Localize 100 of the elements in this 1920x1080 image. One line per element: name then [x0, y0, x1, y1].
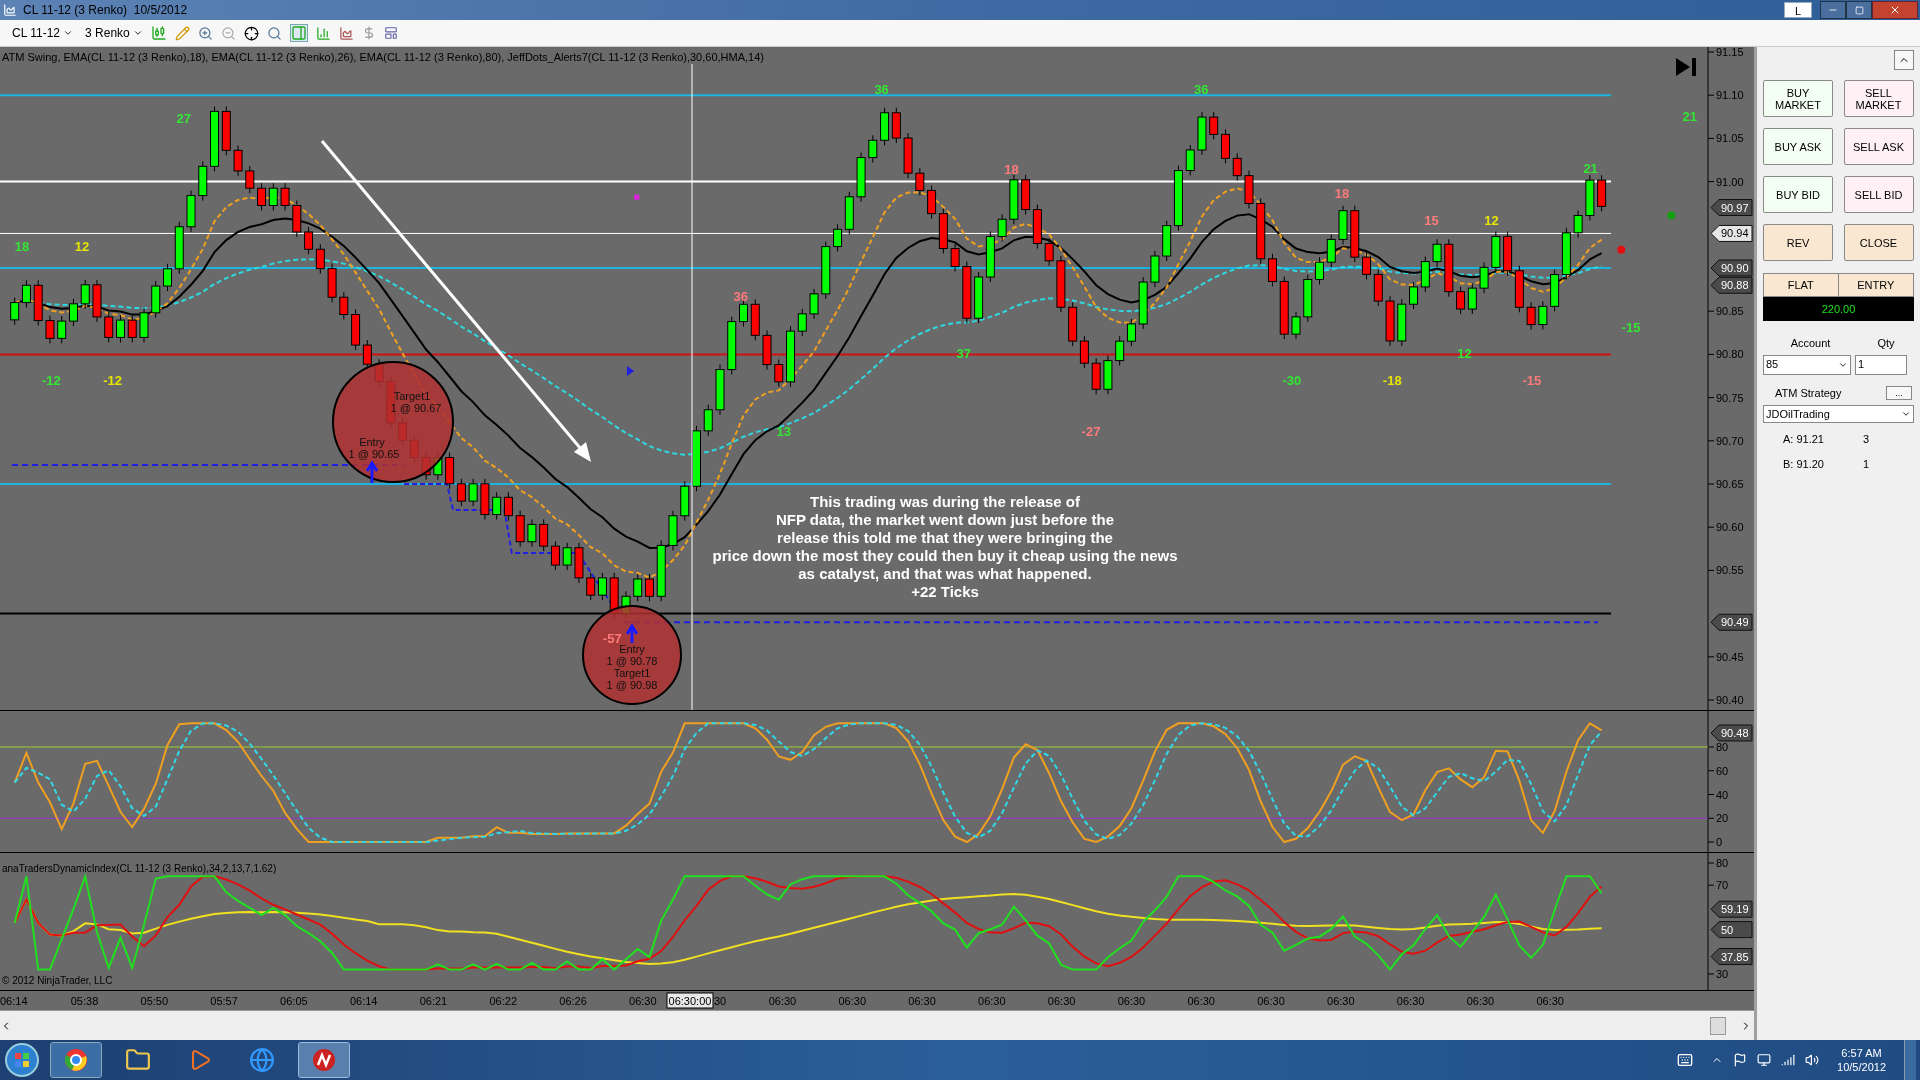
bar-chart-icon[interactable]	[315, 25, 331, 41]
profit-display: 220.00	[1763, 297, 1914, 321]
time-label: 06:30	[1117, 995, 1146, 1007]
time-label: 06:30	[1187, 995, 1215, 1007]
qty-label: Qty	[1876, 336, 1896, 351]
axis-label: 20	[1716, 812, 1729, 825]
caret-icon	[1901, 409, 1911, 419]
maximize-button[interactable]	[1846, 1, 1872, 19]
signal-icon[interactable]	[1781, 1053, 1796, 1067]
instrument-dropdown[interactable]: CL 11-12	[12, 24, 74, 42]
trade-label: Entry	[619, 643, 645, 655]
time-label: 06:30	[908, 995, 936, 1007]
time-label: 06:30	[1466, 995, 1495, 1007]
axis-label: 90.60	[1716, 521, 1744, 534]
swing-label: 18	[1334, 186, 1350, 202]
pencil-icon[interactable]	[174, 25, 190, 41]
candlestick-icon[interactable]	[150, 25, 167, 41]
trade-label: Target1	[393, 390, 431, 402]
time-label: 06:26	[559, 995, 587, 1007]
time-label: 06:30	[1396, 995, 1425, 1007]
order-button[interactable]: BUY MARKET	[1763, 80, 1833, 117]
axis-label: 30	[1716, 968, 1729, 980]
swing-label: 12	[1484, 213, 1499, 229]
axis-label: 91.00	[1716, 175, 1744, 188]
order-button[interactable]: SELL ASK	[1843, 128, 1914, 165]
time-label: 06:05	[280, 995, 308, 1007]
dot-icon	[1667, 211, 1676, 220]
minimize-button[interactable]	[1820, 1, 1846, 19]
clock-date[interactable]: 10/5/2012	[1837, 1060, 1886, 1074]
volume-icon[interactable]	[1805, 1053, 1820, 1067]
time-label: 06:14	[0, 995, 28, 1007]
order-button[interactable]: SELL BID	[1843, 176, 1914, 213]
more-button[interactable]: ...	[1886, 385, 1912, 400]
price-flag: 90.90	[1710, 259, 1753, 277]
caret-icon	[132, 28, 143, 38]
axis-label: 80	[1716, 857, 1729, 869]
flag-icon[interactable]	[1733, 1053, 1748, 1067]
swing-label: 13	[776, 424, 791, 439]
collapse-button[interactable]	[1894, 50, 1914, 70]
horizontal-scrollbar[interactable]	[0, 1010, 1754, 1040]
time-label: 06:30	[838, 995, 866, 1007]
browser-icon[interactable]	[50, 1042, 102, 1078]
axis-label: 90.75	[1716, 391, 1744, 404]
skip-to-end-icon[interactable]	[1676, 58, 1696, 76]
price-flag: 90.88	[1710, 276, 1753, 294]
swing-label: 15	[1424, 213, 1439, 229]
area-chart-icon[interactable]	[338, 25, 354, 41]
position-state: FLAT	[1764, 274, 1839, 296]
axis-label: 90.70	[1716, 434, 1744, 447]
atm-strategy-dropdown[interactable]: JDOilTrading	[1763, 405, 1914, 423]
axis-label: 70	[1716, 879, 1729, 892]
order-button[interactable]: BUY ASK	[1763, 128, 1833, 165]
atm-strategy-label: ATM Strategy	[1775, 385, 1842, 401]
account-dropdown[interactable]: 85	[1763, 354, 1851, 375]
time-label: 06:30	[768, 995, 797, 1007]
qty-field[interactable]: 1	[1855, 354, 1907, 375]
trade-label: Entry	[359, 436, 385, 448]
search-icon[interactable]	[266, 25, 282, 41]
swing-label: -15	[1621, 319, 1641, 335]
marker-icon	[634, 194, 640, 200]
time-label: 05:38	[70, 995, 99, 1007]
order-button[interactable]: SELL MARKET	[1843, 80, 1914, 117]
axis-label: 80	[1716, 741, 1729, 753]
swing-label: 36	[1194, 82, 1209, 98]
swing-label: 36	[874, 82, 889, 98]
clock-time[interactable]: 6:57 AM	[1841, 1046, 1882, 1060]
swing-label: -12	[103, 372, 123, 388]
price-flag: 50	[1710, 921, 1753, 939]
zoom-out-icon[interactable]	[220, 25, 236, 41]
trading-app-icon[interactable]	[298, 1042, 350, 1078]
layout-icon[interactable]	[383, 26, 398, 40]
chart-trader-icon[interactable]	[289, 24, 308, 42]
order-button[interactable]: REV	[1763, 224, 1833, 261]
crosshair-icon[interactable]	[243, 25, 259, 41]
order-button[interactable]: CLOSE	[1843, 224, 1914, 261]
time-label: 05:50	[140, 995, 169, 1007]
swing-label: 18	[1004, 162, 1019, 177]
trade-label: 1 @ 90.65	[348, 448, 400, 460]
axis-label: 90.80	[1716, 348, 1744, 361]
show-desktop-button[interactable]	[1904, 1040, 1916, 1080]
zoom-in-icon[interactable]	[197, 25, 213, 41]
quote-price: B: 91.20	[1783, 456, 1825, 472]
axis-label: 60	[1716, 764, 1729, 777]
keyboard-icon[interactable]	[1677, 1052, 1694, 1068]
monitor-icon[interactable]	[1757, 1053, 1772, 1067]
order-button[interactable]: BUY BID	[1763, 176, 1833, 213]
start-button[interactable]	[4, 1042, 40, 1078]
time-label: 06:30	[978, 995, 1006, 1007]
time-label: 06:30	[1536, 995, 1564, 1007]
scrollbar-thumb[interactable]	[1710, 1016, 1726, 1035]
axis-label: 90.40	[1716, 694, 1744, 706]
axis-label: 40	[1716, 788, 1729, 801]
swing-label: -18	[1382, 372, 1402, 388]
link-button[interactable]: L	[1784, 2, 1812, 18]
swing-label: -15	[1522, 372, 1542, 388]
time-label: 06:22	[489, 995, 518, 1007]
period-dropdown[interactable]: 3 Renko	[85, 24, 143, 42]
swing-label: -57	[602, 630, 622, 646]
time-label: 06:21	[419, 995, 448, 1007]
window-title: CL 11-12 (3 Renko) 10/5/2012	[23, 2, 188, 19]
